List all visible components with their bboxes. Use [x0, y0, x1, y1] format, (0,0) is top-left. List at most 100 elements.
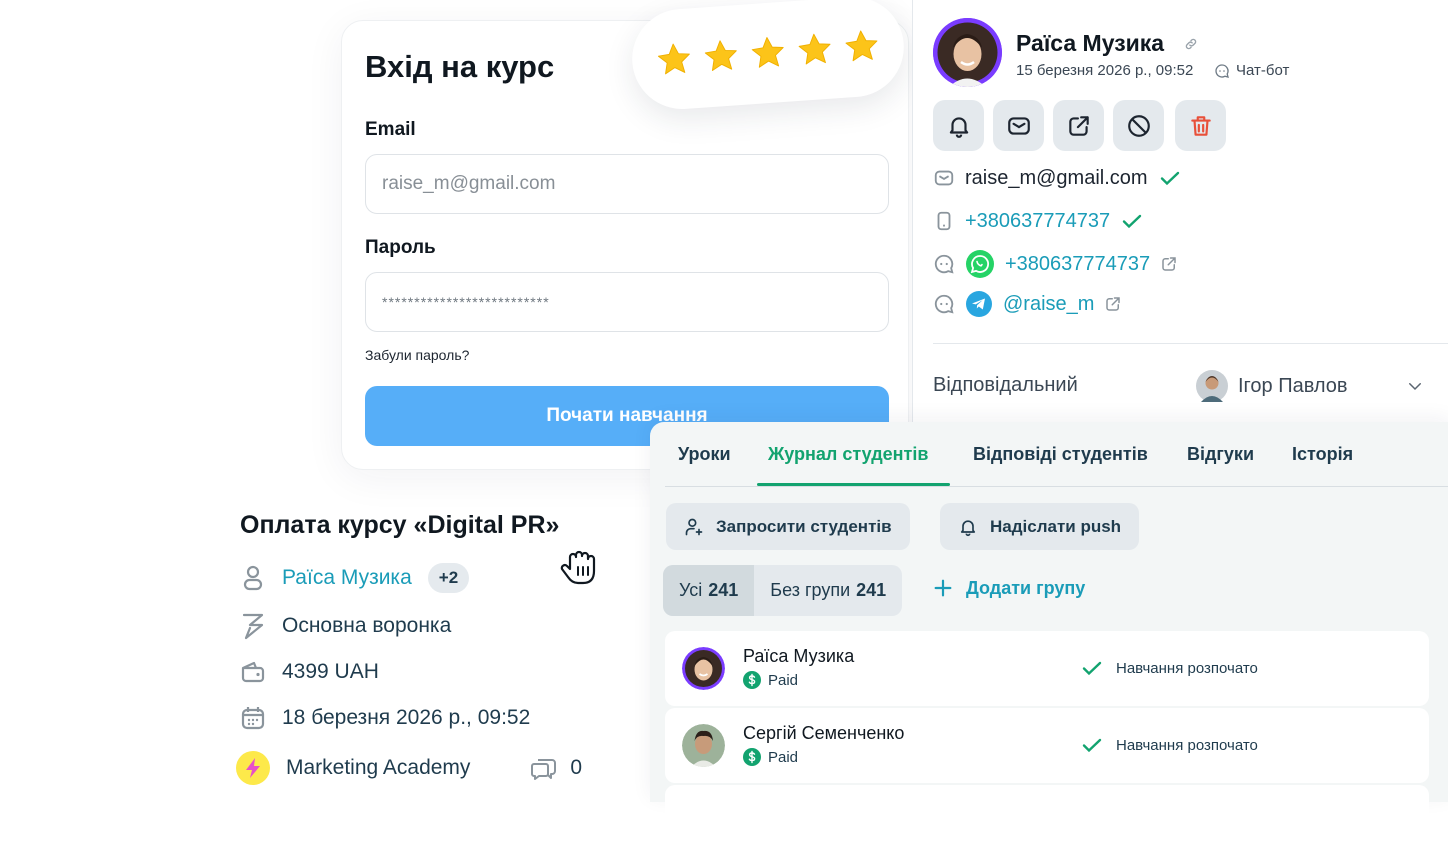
open-external-button[interactable]	[1053, 100, 1104, 151]
chevron-down-icon	[1408, 383, 1421, 391]
grab-cursor-icon	[560, 550, 596, 585]
extra-count-badge[interactable]: +2	[427, 563, 470, 593]
student-name: Сергій Семенченко	[743, 723, 905, 743]
calendar-icon	[241, 707, 265, 730]
star-icon	[798, 33, 831, 65]
filter-all-count: 241	[708, 580, 739, 600]
learning-status: Навчання розпочато	[1080, 656, 1258, 680]
notify-button[interactable]	[933, 100, 984, 151]
payment-date-row: 18 березня 2026 р., 09:52	[240, 705, 530, 731]
invite-students-button[interactable]: Запросити студентів	[666, 503, 910, 550]
payment-status: Paid	[743, 671, 798, 689]
star-icon	[845, 30, 878, 62]
plus-icon	[934, 579, 952, 597]
chat-icon	[934, 254, 954, 274]
group-filter: Усі 241 Без групи 241	[663, 565, 903, 616]
bell-icon	[960, 519, 976, 536]
contact-telegram-row: @raise_m	[933, 289, 1122, 319]
add-group-label: Додати групу	[966, 577, 1086, 598]
forgot-password-link[interactable]: Забули пароль?	[365, 347, 469, 363]
contact-whatsapp-row: +380637774737	[933, 249, 1178, 279]
dollar-icon	[743, 671, 761, 689]
password-field[interactable]: **************************	[365, 272, 889, 332]
star-icon	[704, 40, 737, 72]
rating-stars	[628, 0, 908, 113]
filter-no-group-count: 241	[856, 580, 887, 600]
payment-status-label: Paid	[768, 671, 799, 689]
tab-lessons[interactable]: Уроки	[678, 444, 731, 465]
payment-amount-row: 4399 UAH	[240, 659, 379, 685]
bell-icon	[949, 116, 968, 138]
payment-title: Оплата курсу «Digital PR»	[240, 511, 560, 539]
learning-status-label: Навчання розпочато	[1116, 659, 1258, 677]
learning-status-label: Навчання розпочато	[1116, 736, 1258, 754]
contact-whatsapp[interactable]: +380637774737	[1005, 253, 1150, 276]
add-group-button[interactable]: Додати групу	[932, 577, 1085, 599]
funnel-icon	[242, 613, 264, 640]
filter-all[interactable]: Усі 241	[663, 565, 755, 616]
active-tab-indicator	[757, 483, 950, 486]
check-icon	[1082, 661, 1102, 676]
contact-email-row: raise_m@gmail.com	[933, 163, 1182, 193]
email-button[interactable]	[993, 100, 1044, 151]
contact-phone[interactable]: +380637774737	[965, 210, 1110, 233]
contact-created-date: 15 березня 2026 р., 09:52	[1016, 62, 1194, 79]
external-link-icon	[1068, 115, 1089, 136]
check-icon	[1082, 738, 1102, 753]
payment-organization: Marketing Academy	[286, 756, 471, 779]
send-push-label: Надіслати push	[990, 516, 1122, 536]
email-label: Email	[365, 119, 416, 140]
responsible-label: Відповідальний	[933, 374, 1078, 396]
payment-funnel: Основна воронка	[282, 614, 452, 637]
send-push-button[interactable]: Надіслати push	[940, 503, 1140, 550]
avatar	[682, 724, 725, 767]
contact-profile-card: Раїса Музика 15 березня 2026 р., 09:52 Ч…	[912, 0, 1448, 440]
payment-customer[interactable]: Раїса Музика	[282, 566, 412, 590]
delete-button[interactable]	[1175, 100, 1226, 151]
payment-org-row: Marketing Academy 0	[236, 751, 582, 785]
person-icon	[243, 565, 263, 591]
verified-check-icon	[1160, 171, 1179, 186]
filter-all-label: Усі	[679, 580, 703, 600]
tab-history[interactable]: Історія	[1292, 444, 1353, 465]
wallet-icon	[241, 661, 265, 683]
filter-no-group[interactable]: Без групи 241	[754, 565, 902, 616]
payment-status: Paid	[743, 748, 798, 766]
telegram-icon	[966, 291, 992, 317]
filter-no-group-label: Без групи	[770, 580, 851, 600]
mail-icon	[934, 170, 954, 186]
contact-name: Раїса Музика	[1016, 30, 1165, 56]
comments-icon[interactable]	[530, 754, 558, 782]
block-button[interactable]	[1113, 100, 1164, 151]
table-row[interactable]	[665, 785, 1429, 860]
tab-student-answers[interactable]: Відповіді студентів	[973, 444, 1148, 465]
password-label: Пароль	[365, 237, 436, 258]
tabs-divider	[665, 486, 1448, 487]
star-icon	[657, 43, 690, 75]
external-link-icon[interactable]	[1104, 295, 1122, 313]
contact-email[interactable]: raise_m@gmail.com	[965, 167, 1148, 190]
student-name: Раїса Музика	[743, 646, 855, 666]
responsible-select[interactable]: Ігор Павлов	[1196, 370, 1424, 402]
contact-telegram[interactable]: @raise_m	[1003, 293, 1094, 316]
verified-check-icon	[1122, 214, 1142, 229]
chat-icon	[934, 294, 954, 314]
invite-students-label: Запросити студентів	[716, 516, 892, 536]
link-icon[interactable]	[1184, 37, 1198, 51]
learning-status: Навчання розпочато	[1080, 733, 1258, 757]
email-field[interactable]: raise_m@gmail.com	[365, 154, 889, 214]
payment-funnel-row: Основна воронка	[240, 613, 452, 640]
phone-icon	[937, 211, 951, 231]
external-link-icon[interactable]	[1160, 255, 1178, 273]
table-row[interactable]: Раїса Музика Paid Навчання розпочато	[665, 631, 1429, 706]
payment-customer-row: Раїса Музика +2	[240, 563, 470, 593]
tab-reviews[interactable]: Відгуки	[1187, 444, 1254, 465]
contact-phone-row: +380637774737	[933, 206, 1144, 236]
tab-students-journal[interactable]: Журнал студентів	[768, 444, 928, 465]
divider	[933, 343, 1448, 344]
star-icon	[751, 37, 784, 68]
contact-source: Чат-бот	[1236, 62, 1290, 79]
table-row[interactable]: Сергій Семенченко Paid Навчання розпочат…	[665, 708, 1429, 783]
lightning-icon	[246, 758, 260, 778]
add-user-icon	[685, 518, 703, 535]
